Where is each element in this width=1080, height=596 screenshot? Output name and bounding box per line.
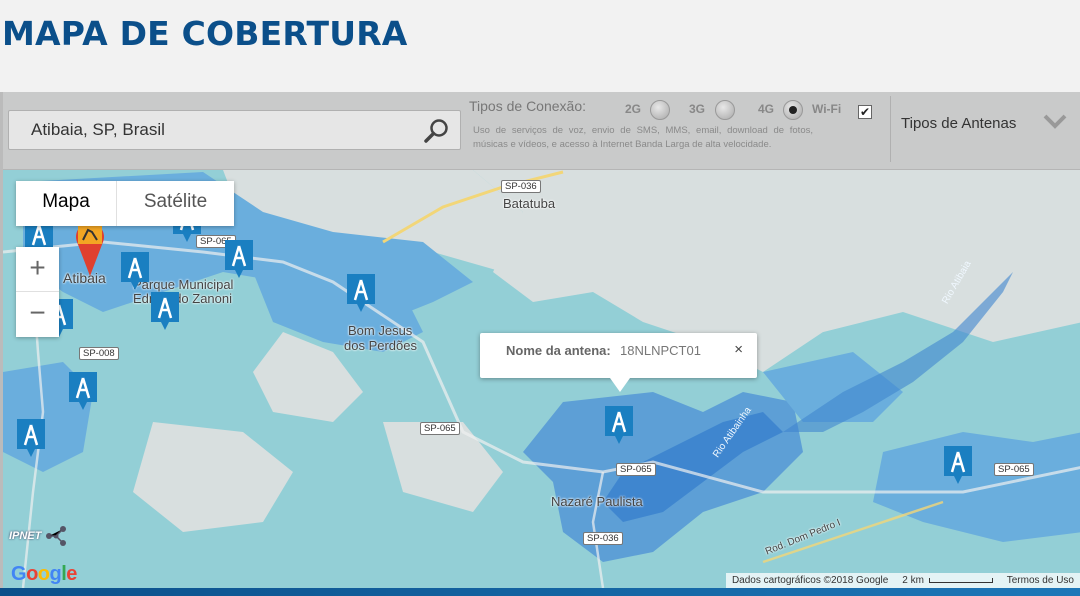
coverage-map[interactable]: Tipos de Conexão: 2G 3G 4G Wi-Fi ✔ Uso d…	[0, 92, 1080, 588]
location-pin-icon[interactable]	[73, 220, 107, 278]
google-logo: Google	[11, 563, 77, 585]
option-wifi-label: Wi-Fi	[812, 102, 842, 116]
connection-types-label: Tipos de Conexão:	[469, 98, 586, 114]
zoom-in-button[interactable]: +	[16, 247, 59, 292]
search-input[interactable]	[9, 111, 409, 149]
map-type-control: Mapa Satélite	[16, 181, 234, 226]
zoom-out-button[interactable]: −	[16, 292, 59, 337]
page: MAPA DE COBERTURA Atibaia, SP, Brasil Ti…	[0, 0, 1080, 596]
option-3g-label: 3G	[689, 102, 706, 116]
radio-4g[interactable]	[783, 100, 803, 120]
map-scale-bar	[928, 577, 993, 583]
map-type-map-button[interactable]: Mapa	[16, 181, 117, 226]
close-icon[interactable]: ×	[734, 341, 743, 358]
toolbar-divider	[890, 96, 891, 162]
map-data-attribution[interactable]: Dados cartográficos ©2018 Google	[732, 575, 888, 586]
ipnet-logo-text: IPNET	[9, 529, 42, 542]
page-title: MAPA DE COBERTURA	[2, 14, 408, 53]
place-label: dos Perdões	[344, 338, 417, 353]
antenna-marker-icon[interactable]	[942, 444, 974, 486]
network-icon	[46, 526, 67, 546]
road-shield: SP-036	[501, 180, 541, 193]
antenna-name-label: Nome da antena:	[506, 343, 611, 358]
option-4g-label: 4G	[758, 102, 775, 116]
option-2g-label: 2G	[625, 102, 642, 116]
antenna-marker-icon[interactable]	[149, 290, 181, 332]
place-label: Batatuba	[503, 196, 556, 211]
road-shield: SP-008	[79, 347, 119, 360]
road-shield: SP-065	[616, 463, 656, 476]
place-label: Nazaré Paulista	[551, 494, 643, 509]
map-type-satellite-button[interactable]: Satélite	[117, 181, 234, 226]
road-shield: SP-065	[420, 422, 460, 435]
antenna-marker-icon[interactable]	[67, 370, 99, 412]
bottom-bar	[0, 588, 1080, 596]
map-scale: 2 km	[902, 575, 993, 586]
road-shield: SP-036	[583, 532, 623, 545]
antenna-marker-icon[interactable]	[15, 417, 47, 459]
antenna-marker-icon[interactable]	[119, 250, 151, 292]
antenna-marker-icon[interactable]	[223, 238, 255, 280]
zoom-control: + −	[16, 247, 59, 337]
filter-toolbar: Tipos de Conexão: 2G 3G 4G Wi-Fi ✔ Uso d…	[3, 92, 1080, 170]
connection-description: Uso de serviços de voz, envio de SMS, MM…	[473, 125, 813, 150]
search-box[interactable]	[8, 110, 461, 150]
antenna-info-popup: Nome da antena: 18NLNPCT01 ×	[480, 333, 757, 392]
search-icon[interactable]	[424, 118, 450, 144]
radio-3g[interactable]	[715, 100, 735, 120]
antenna-marker-icon[interactable]	[345, 272, 377, 314]
antenna-name-value: 18NLNPCT01	[620, 343, 701, 358]
popup-tail	[610, 378, 630, 392]
ipnet-logo: IPNET	[9, 524, 68, 548]
road-shield: SP-065	[994, 463, 1034, 476]
radio-2g[interactable]	[650, 100, 670, 120]
antenna-types-dropdown[interactable]: Tipos de Antenas	[901, 115, 1016, 132]
checkbox-wifi[interactable]: ✔	[858, 105, 872, 119]
antenna-marker-icon[interactable]	[603, 404, 635, 446]
map-footer: Dados cartográficos ©2018 Google 2 km Te…	[725, 573, 1080, 588]
terms-link[interactable]: Termos de Uso	[1007, 575, 1074, 586]
chevron-down-icon[interactable]	[1043, 112, 1067, 130]
place-label: Bom Jesus	[348, 323, 413, 338]
map-scale-label: 2 km	[902, 575, 924, 586]
